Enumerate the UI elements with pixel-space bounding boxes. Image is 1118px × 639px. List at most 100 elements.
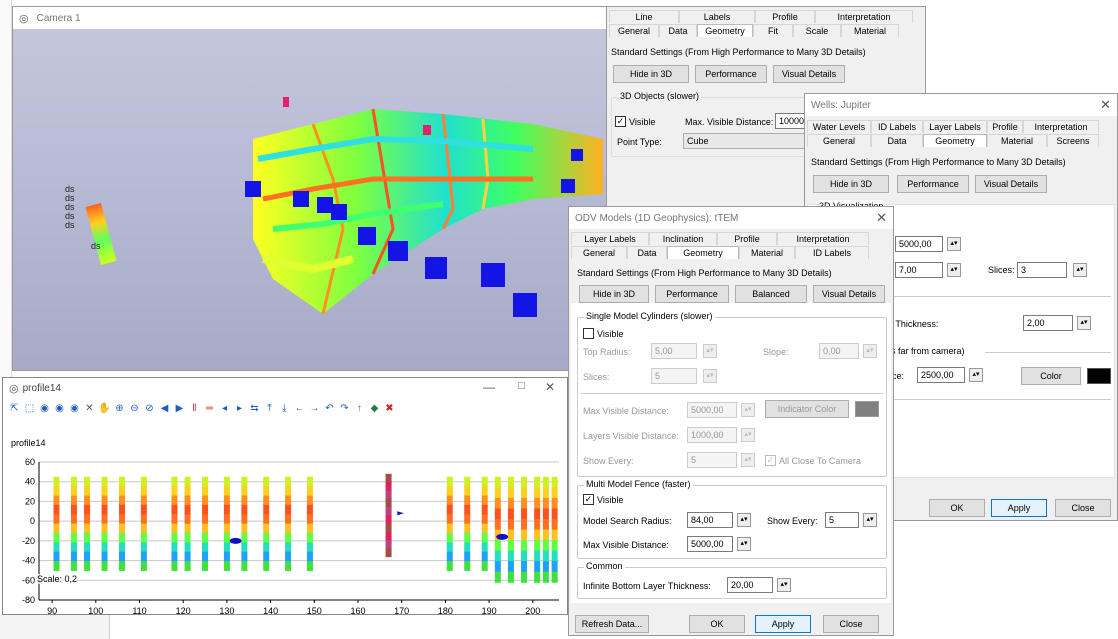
arrow-right-icon[interactable]: ▸: [233, 402, 246, 416]
wells-tab-id-labels[interactable]: ID Labels: [871, 120, 923, 133]
model-column[interactable]: [184, 476, 191, 571]
odv-tab-inclination[interactable]: Inclination: [649, 232, 717, 245]
tab-geometry[interactable]: Geometry: [697, 24, 753, 37]
binoculars-icon[interactable]: ◉: [38, 402, 51, 416]
binoculars-minus-icon[interactable]: ◉: [68, 402, 81, 416]
odv-tab-material[interactable]: Material: [739, 246, 795, 259]
undo-icon[interactable]: ↶: [323, 402, 336, 416]
wells-tab-general[interactable]: General: [807, 134, 871, 147]
wells-value2-input[interactable]: 7,00: [895, 262, 943, 278]
minimize-button[interactable]: —: [483, 380, 495, 394]
model-column[interactable]: [241, 476, 248, 571]
model-column[interactable]: [542, 476, 549, 583]
close-button[interactable]: ✕: [545, 380, 555, 394]
odv-performance-button[interactable]: Performance: [655, 285, 729, 303]
layers-visible-distance-spinner[interactable]: ▴▾: [741, 428, 755, 442]
pan-hand-icon[interactable]: ✋: [98, 402, 111, 416]
model-column[interactable]: [446, 476, 453, 571]
wells-tab-interpretation[interactable]: Interpretation: [1023, 120, 1099, 133]
swap-icon[interactable]: ⇆: [248, 402, 261, 416]
3d-viewport[interactable]: ds ds ds ds ds ds: [13, 29, 611, 370]
wells-visual-details-button[interactable]: Visual Details: [975, 175, 1047, 193]
single-slices-input[interactable]: 5: [651, 368, 697, 384]
wells-value2-spinner[interactable]: ▴▾: [947, 263, 961, 277]
odv-tab-profile[interactable]: Profile: [717, 232, 777, 245]
odv-close-button[interactable]: Close: [823, 615, 879, 633]
maximize-button[interactable]: □: [518, 380, 525, 392]
zoom-in-icon[interactable]: ⊕: [113, 402, 126, 416]
model-column[interactable]: [464, 476, 471, 571]
wells-distance-input[interactable]: 2500,00: [917, 367, 965, 383]
max-visible-distance-spinner[interactable]: ▴▾: [741, 403, 755, 417]
indicator-color-swatch[interactable]: [855, 401, 879, 417]
wells-apply-button[interactable]: Apply: [991, 499, 1047, 517]
wells-hide-in-3d-button[interactable]: Hide in 3D: [813, 175, 889, 193]
wells-value1-spinner[interactable]: ▴▾: [947, 237, 961, 251]
point-type-select[interactable]: Cube: [683, 133, 823, 149]
model-column[interactable]: [202, 476, 209, 571]
odv-close-icon[interactable]: ✕: [876, 210, 887, 226]
model-column[interactable]: [494, 476, 501, 583]
model-column[interactable]: [285, 476, 292, 571]
wells-thickness-input[interactable]: 2,00: [1023, 315, 1073, 331]
remove-color-icon[interactable]: ✖: [383, 402, 396, 416]
layers-visible-distance-input[interactable]: 1000,00: [687, 427, 737, 443]
single-slices-spinner[interactable]: ▴▾: [703, 369, 717, 383]
all-close-checkbox[interactable]: ✓: [765, 455, 776, 466]
model-column[interactable]: [551, 476, 558, 583]
tab-line[interactable]: Line: [609, 10, 679, 23]
refresh-data-button[interactable]: Refresh Data...: [575, 615, 649, 633]
multi-show-every-spinner[interactable]: ▴▾: [863, 513, 877, 527]
wells-color-swatch[interactable]: [1087, 368, 1111, 384]
wells-tab-data[interactable]: Data: [871, 134, 923, 147]
slope-spinner[interactable]: ▴▾: [863, 344, 877, 358]
odv-ok-button[interactable]: OK: [689, 615, 745, 633]
redo-icon[interactable]: ↷: [338, 402, 351, 416]
align-top-icon[interactable]: ⤒: [263, 402, 276, 416]
odv-tab-geometry[interactable]: Geometry: [667, 246, 739, 259]
model-column[interactable]: [223, 476, 230, 571]
wells-thickness-spinner[interactable]: ▴▾: [1077, 316, 1091, 330]
max-visible-distance-input[interactable]: 5000,00: [687, 402, 737, 418]
binoculars-plus-icon[interactable]: ◉: [53, 402, 66, 416]
wells-ok-button[interactable]: OK: [929, 499, 985, 517]
next-icon[interactable]: ▶: [173, 402, 186, 416]
wells-tab-geometry[interactable]: Geometry: [923, 134, 987, 147]
model-column[interactable]: [171, 476, 178, 571]
profile-chart[interactable]: 6040200-20-40-60-8090 100 110 120 130 140 150 1…: [3, 448, 568, 615]
odv-hide-in-3d-button[interactable]: Hide in 3D: [579, 285, 649, 303]
infinite-thickness-spinner[interactable]: ▴▾: [777, 578, 791, 592]
wells-performance-button[interactable]: Performance: [897, 175, 969, 193]
zoom-out-icon[interactable]: ⊖: [128, 402, 141, 416]
tab-profile[interactable]: Profile: [755, 10, 815, 23]
odv-apply-button[interactable]: Apply: [755, 615, 811, 633]
tab-scale[interactable]: Scale: [793, 24, 841, 37]
model-column[interactable]: [70, 476, 77, 571]
model-column[interactable]: [53, 476, 60, 571]
vertical-lines-icon[interactable]: ‖: [188, 402, 201, 416]
model-column[interactable]: [385, 473, 392, 558]
model-column[interactable]: [507, 476, 514, 583]
visible-checkbox[interactable]: ✓: [615, 116, 626, 127]
tab-material[interactable]: Material: [841, 24, 899, 37]
move-right-icon[interactable]: →: [308, 402, 321, 416]
wells-slices-input[interactable]: 3: [1017, 262, 1067, 278]
model-column[interactable]: [263, 476, 270, 571]
multi-show-every-input[interactable]: 5: [825, 512, 859, 528]
odv-visual-details-button[interactable]: Visual Details: [813, 285, 885, 303]
single-visible-checkbox[interactable]: [583, 328, 594, 339]
tab-data[interactable]: Data: [659, 24, 697, 37]
wells-value1-input[interactable]: 5000,00: [895, 236, 943, 252]
odv-balanced-button[interactable]: Balanced: [735, 285, 807, 303]
odv-tab-layer-labels[interactable]: Layer Labels: [571, 232, 649, 245]
align-bottom-icon[interactable]: ⤓: [278, 402, 291, 416]
hide-in-3d-button[interactable]: Hide in 3D: [613, 65, 689, 83]
zoom-fit-icon[interactable]: ⊘: [143, 402, 156, 416]
color-icon[interactable]: ◆: [368, 402, 381, 416]
wells-tab-screens[interactable]: Screens: [1047, 134, 1099, 147]
infinite-thickness-input[interactable]: 20,00: [727, 577, 773, 593]
model-column[interactable]: [521, 476, 528, 583]
odv-tab-id-labels[interactable]: ID Labels: [795, 246, 869, 259]
model-column[interactable]: [306, 476, 313, 571]
model-search-radius-spinner[interactable]: ▴▾: [737, 513, 751, 527]
